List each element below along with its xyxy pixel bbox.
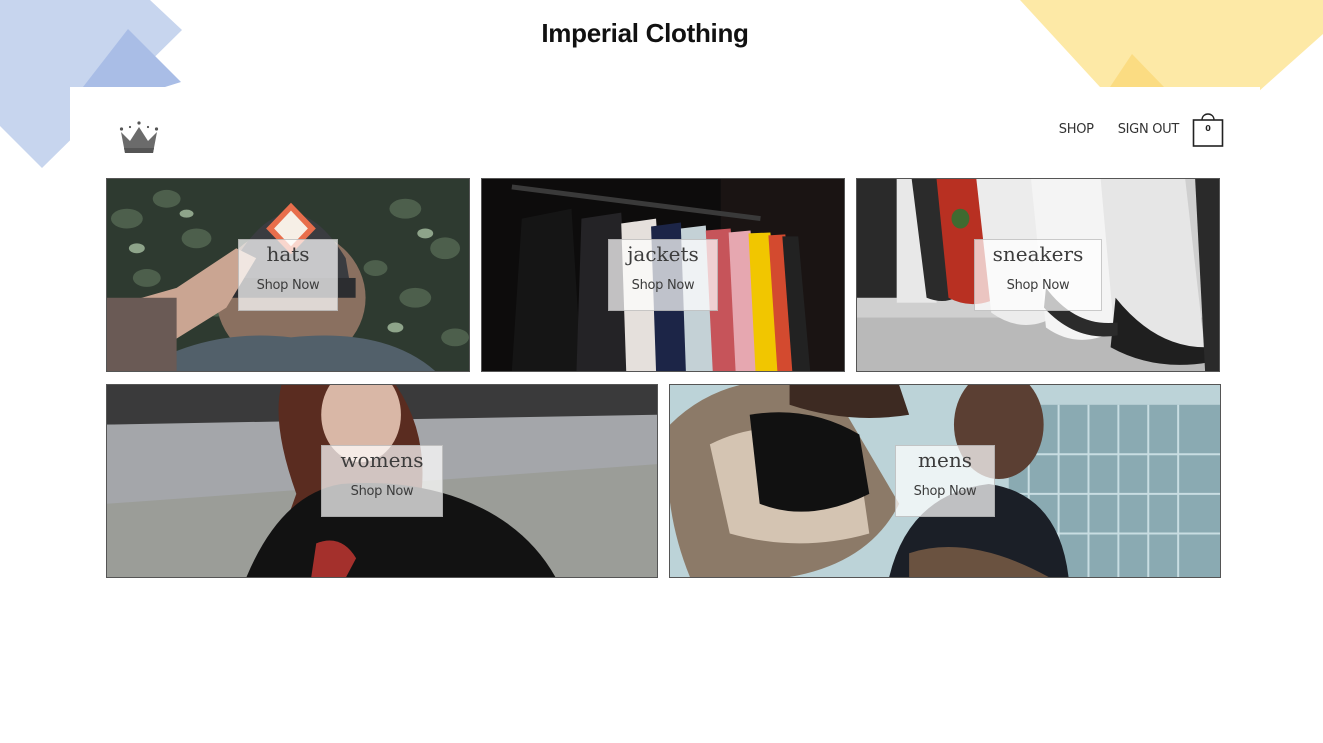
shop-now-label: Shop Now	[631, 278, 695, 293]
tile-label: jackets Shop Now	[608, 239, 718, 311]
tile-title: jackets	[627, 242, 699, 266]
shop-now-label: Shop Now	[913, 484, 977, 499]
shop-now-label: Shop Now	[350, 484, 414, 499]
shop-now-label: Shop Now	[1006, 278, 1070, 293]
shop-now-label: Shop Now	[256, 278, 320, 293]
cart-item-count: 0	[1205, 124, 1211, 133]
tile-label: sneakers Shop Now	[974, 239, 1102, 311]
app-frame: SHOP SIGN OUT 0 hats Shop Now jackets Sh…	[70, 87, 1260, 743]
homepage: { "header": { "title": "Imperial Clothin…	[0, 0, 1323, 743]
category-tile-hats[interactable]: hats Shop Now	[106, 178, 470, 372]
tile-label: hats Shop Now	[238, 239, 338, 311]
category-tile-womens[interactable]: womens Shop Now	[106, 384, 658, 578]
tile-title: hats	[266, 242, 310, 266]
tile-title: mens	[918, 448, 972, 472]
tile-label: womens Shop Now	[321, 445, 443, 517]
cart-button[interactable]: 0	[1192, 110, 1224, 148]
category-tile-jackets[interactable]: jackets Shop Now	[481, 178, 845, 372]
page-title: Imperial Clothing	[541, 18, 749, 48]
category-tile-mens[interactable]: mens Shop Now	[669, 384, 1221, 578]
tile-label: mens Shop Now	[895, 445, 995, 517]
shop-link[interactable]: SHOP	[1059, 122, 1094, 137]
crown-icon[interactable]	[118, 120, 160, 154]
header-nav: SHOP SIGN OUT 0	[1035, 110, 1224, 148]
tile-title: sneakers	[992, 242, 1084, 266]
category-tile-sneakers[interactable]: sneakers Shop Now	[856, 178, 1220, 372]
sign-out-link[interactable]: SIGN OUT	[1118, 122, 1180, 137]
tile-title: womens	[340, 448, 424, 472]
